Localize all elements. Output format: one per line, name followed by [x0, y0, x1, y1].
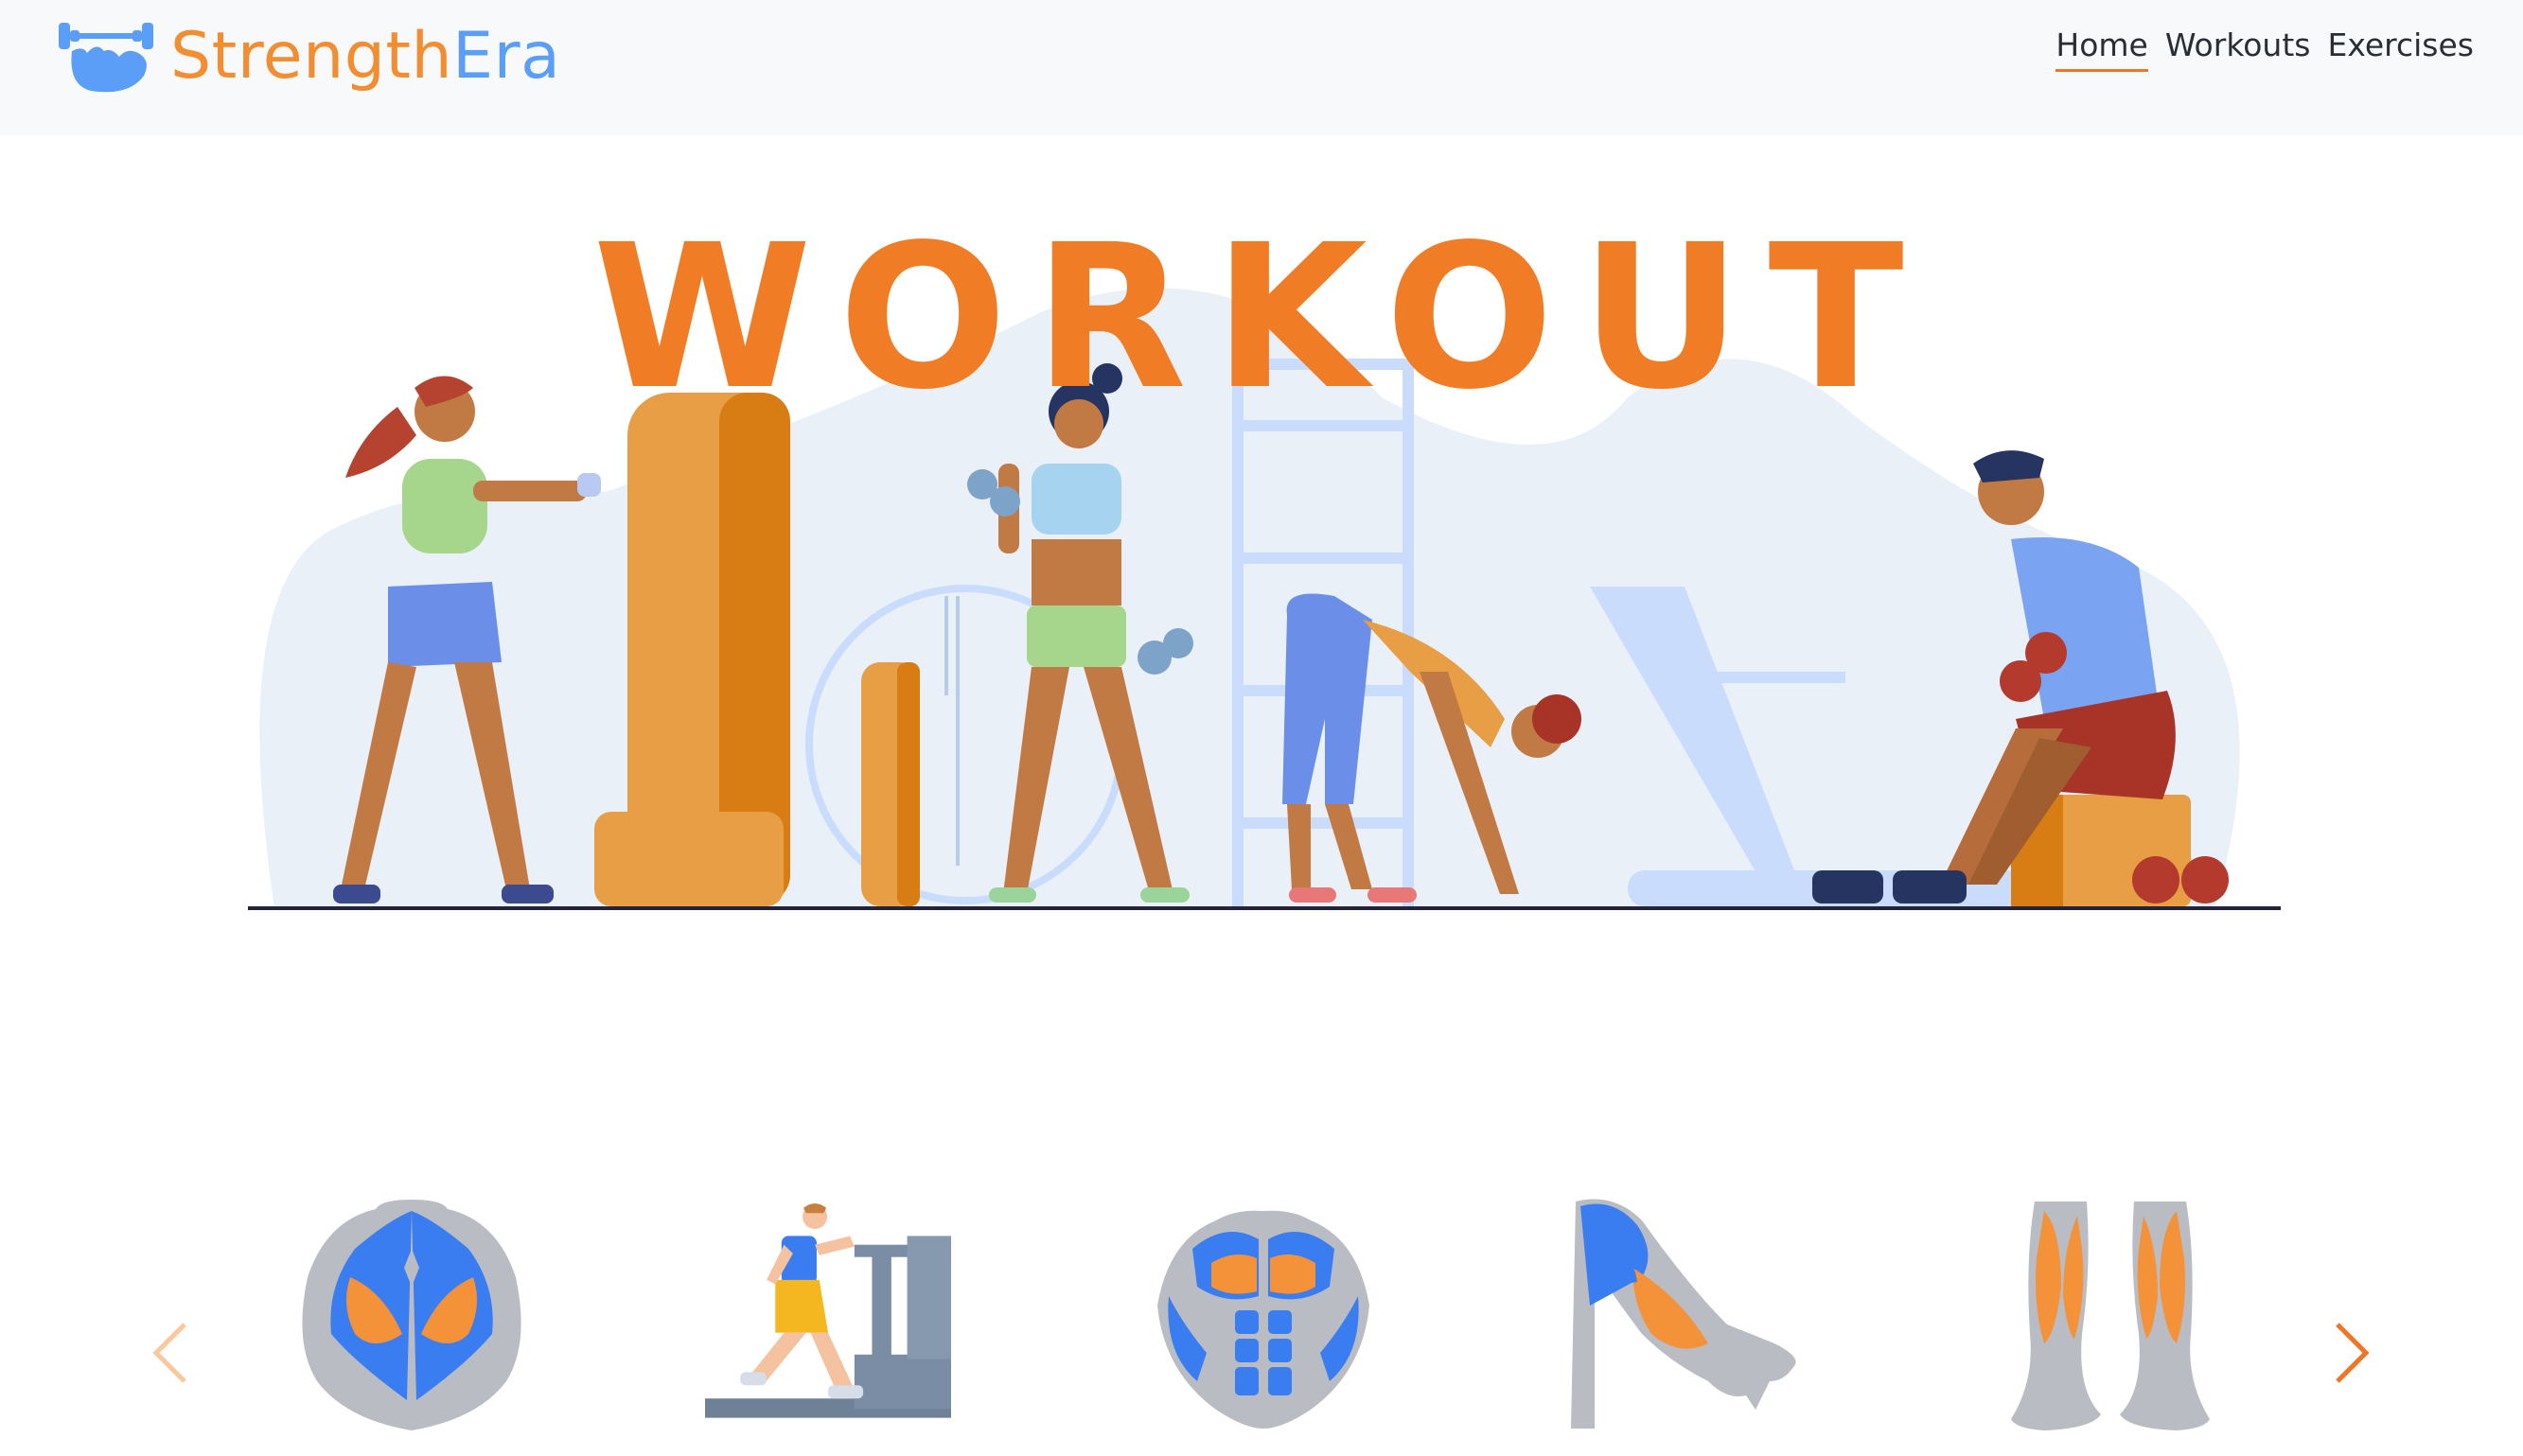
brand-name[interactable]: StrengthEra	[170, 25, 560, 89]
nav-link-home[interactable]: Home	[2055, 26, 2148, 72]
brand-part-era: Era	[452, 19, 561, 94]
arm-muscles-icon[interactable]	[1566, 1192, 1812, 1438]
nav-link-exercises[interactable]: Exercises	[2327, 26, 2474, 72]
brand-part-strength: Strength	[170, 19, 453, 94]
calf-muscles-icon[interactable]	[1987, 1192, 2233, 1438]
nav-link-workouts[interactable]: Workouts	[2165, 26, 2311, 72]
treadmill-runner-icon[interactable]	[705, 1192, 951, 1438]
hero-title: WORKOUT	[592, 202, 1931, 433]
flexed-arm-dumbbell-icon[interactable]	[53, 9, 167, 95]
back-muscles-icon[interactable]	[289, 1192, 535, 1438]
hero-section: WORKOUT	[0, 135, 2523, 930]
navbar: StrengthEra Home Workouts Exercises	[0, 0, 2523, 135]
chest-muscles-icon[interactable]	[1140, 1192, 1386, 1438]
chevron-left-icon[interactable]	[142, 1310, 199, 1395]
chevron-right-icon[interactable]	[2323, 1310, 2380, 1395]
main-nav: Home Workouts Exercises	[2055, 26, 2474, 72]
